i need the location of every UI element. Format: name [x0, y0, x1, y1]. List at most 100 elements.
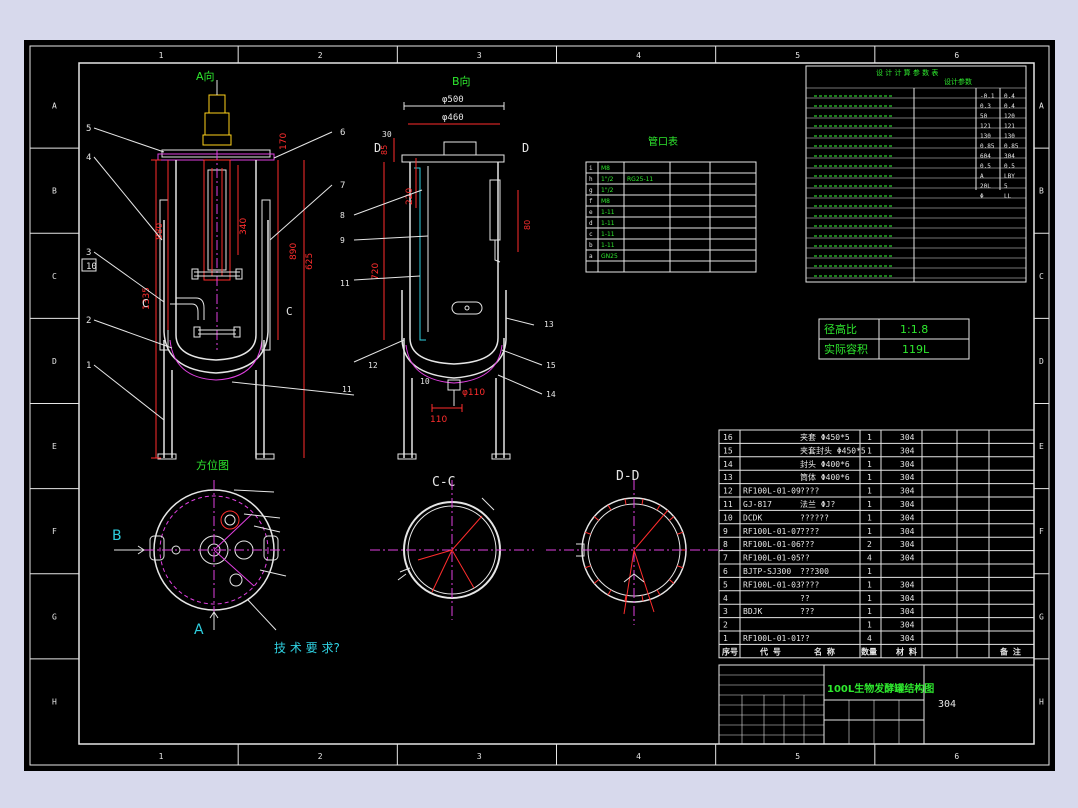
nozzle-rows: i M8 h 1"/2 RG25-11 g 1"/2 f M8 e 1-11 d 1-11 c 1-11 b 1… [585, 161, 757, 273]
spec-value: A [980, 173, 984, 180]
dim-d460: φ460 [442, 113, 464, 123]
bom-name: ??? [800, 607, 815, 616]
dim-340: 340 [239, 218, 249, 235]
zone-row-label: A [1039, 102, 1044, 111]
bom-code: BJTP-SJ300 [743, 567, 791, 576]
cut-d-right: D [522, 141, 529, 155]
zone-col-label: 4 [636, 51, 641, 60]
nozzle-cell: M8 [601, 198, 610, 205]
arrow-a-label: A [194, 622, 204, 638]
balloon-mid-12: 12 [368, 361, 378, 370]
bom-mat: 304 [900, 433, 915, 442]
bom-no: 13 [723, 473, 733, 482]
balloon-side-13: 13 [544, 320, 554, 329]
nozzle-cell: 1-11 [601, 220, 615, 227]
nozzle-cell: GN25 [601, 253, 618, 260]
bom-mat: 304 [900, 487, 915, 496]
balloon-left-1: 1 [86, 361, 91, 371]
dim-110: 110 [430, 415, 447, 425]
zone-col-label: 6 [954, 51, 959, 60]
bom-code: RF100L-01-01 [743, 634, 801, 643]
nozzle-cell: b [589, 242, 593, 249]
bom-mat: 304 [900, 554, 915, 563]
zone-row-label: G [1039, 612, 1044, 621]
bom-header: 代 号 [759, 646, 781, 656]
nozzle-cell: 1-11 [601, 242, 615, 249]
balloons-side: 13 15 14 [544, 320, 556, 399]
zone-row-label: H [1039, 697, 1044, 706]
bom-code: DCDK [743, 513, 762, 522]
zone-row-label: E [1039, 442, 1044, 451]
nozzle-table-title: 管口表 [648, 135, 678, 148]
zone-row-label: D [1039, 357, 1044, 366]
zone-row-label: G [52, 612, 57, 621]
spec-value: 20L [980, 183, 991, 190]
bom-code: RF100L-01-05 [743, 554, 801, 563]
nozzle-cell: i [589, 165, 593, 172]
bom-no: 16 [723, 433, 733, 442]
side-view: B向 φ500 φ460 30 D D 720 85 220 80 110 φ1… [340, 74, 556, 460]
side-view-label: B向 [452, 74, 471, 88]
drawing-sheet: 112233445566AABBCCDDEEFFGGHH A向 1335 880… [24, 40, 1055, 771]
spec-value: 0.4 [1004, 103, 1015, 110]
bom-mat: 304 [900, 513, 915, 522]
bom-mat: 304 [900, 460, 915, 469]
drawing-title: 100L生物发酵罐结构图 [827, 682, 934, 695]
arrow-b-label: B [112, 528, 122, 544]
bom-qty: 1 [867, 513, 872, 522]
bom-name: ??? [800, 540, 815, 549]
nozzle-cell: g [589, 187, 593, 194]
balloon-left-2: 2 [86, 316, 91, 326]
front-view: A向 1335 880 340 890 625 170 5431021 C C … [81, 69, 355, 460]
orientation-label: 方位图 [196, 458, 229, 472]
spec-value: LL [1004, 193, 1012, 200]
spec-header-2: 设计参数 [944, 77, 972, 86]
dim-80: 80 [523, 220, 532, 230]
bom-qty: 1 [867, 487, 872, 496]
bom-header: 名 称 [814, 646, 835, 656]
bom-name: ???300 [800, 567, 829, 576]
balloon-mid-9: 9 [340, 236, 345, 245]
spec-box: 设 计 计 算 参 数 表 设计参数 -0.1 0.4 0.3 0.4 50 120 121… [805, 65, 1027, 360]
bom-no: 15 [723, 446, 733, 455]
bom-code: RF100L-01-09 [743, 487, 801, 496]
bom-qty: 1 [867, 460, 872, 469]
zone-row-label: C [52, 272, 57, 281]
bom-code: BDJK [743, 607, 762, 616]
bom-qty: 1 [867, 580, 872, 589]
dim-220: 220 [405, 188, 415, 205]
bom-name: ???? [800, 487, 819, 496]
zone-col-label: 2 [318, 752, 323, 761]
spec-value: 121 [1004, 123, 1015, 130]
zone-row-label: D [52, 357, 57, 366]
bom-code: RF100L-01-06 [743, 540, 801, 549]
bom-no: 8 [723, 540, 728, 549]
nozzle-table: 管口表 i M8 h 1"/2 RG25-11 g 1"/2 f M8 e 1-11 d 1-11 c 1-… [585, 135, 757, 273]
zone-col-label: 6 [954, 752, 959, 761]
bom-qty: 1 [867, 473, 872, 482]
bom-mat: 304 [900, 500, 915, 509]
bom-name: 夹套封头 Φ450*5 [800, 445, 866, 455]
front-view-label: A向 [196, 69, 215, 83]
bom-name: ???? [800, 580, 819, 589]
dim-720: 720 [371, 263, 381, 280]
dim-625: 625 [305, 253, 315, 270]
balloon-mid-11: 11 [340, 279, 350, 288]
spec-value: 0.4 [1004, 93, 1015, 100]
bom-qty: 1 [867, 607, 872, 616]
spec-value: 130 [1004, 133, 1015, 140]
nozzle-cell: 1-11 [601, 209, 615, 216]
balloon-mid-11: 11 [342, 385, 352, 394]
spec-value: 0.3 [980, 103, 991, 110]
balloon-left-3: 3 [86, 248, 91, 258]
bom-header: 材 料 [896, 646, 917, 656]
spec-value: 50 [980, 113, 988, 120]
bom-no: 6 [723, 567, 728, 576]
zone-row-label: E [52, 442, 57, 451]
bom-header: 数量 [861, 646, 877, 656]
orientation-view: 方位图 B A 技 术 要 求? [112, 458, 340, 655]
dim-85: 85 [380, 145, 389, 155]
nozzle-cell: M8 [601, 165, 610, 172]
bom-name: ?? [800, 594, 810, 603]
bom-qty: 4 [867, 554, 872, 563]
